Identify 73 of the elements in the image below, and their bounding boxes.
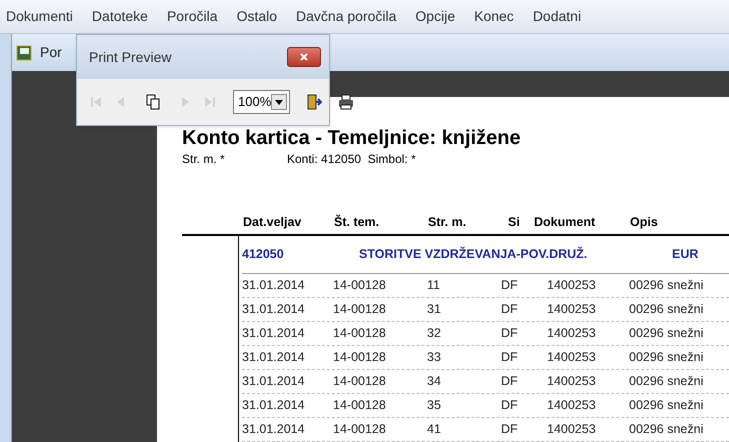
column-header: Dat.veljav — [243, 214, 302, 231]
close-button[interactable] — [287, 47, 321, 67]
table-cell-text: 00296 snežni — [629, 373, 704, 390]
table-cell-text: 31.01.2014 — [242, 277, 306, 294]
table-cell-text: 31.01.2014 — [242, 325, 306, 342]
printer-button[interactable] — [338, 93, 354, 111]
table-cell-text: 14-00128 — [333, 277, 387, 294]
table-cell-text: 31.01.2014 — [242, 349, 306, 366]
table-cell-text: 00296 snežni — [629, 277, 704, 294]
table-cell-text: 41 — [427, 421, 442, 438]
menu-item[interactable]: Dokumenti — [6, 6, 73, 27]
table-cell-text: 31 — [427, 301, 442, 318]
account-number: 412050 — [242, 246, 285, 264]
table-cell-text: 14-00128 — [333, 349, 387, 366]
table-cell-text: 31.01.2014 — [242, 373, 306, 390]
table-cell-text: 14-00128 — [333, 325, 387, 342]
table-cell-text: DF — [501, 277, 519, 294]
table-cell-text: 1400253 — [547, 397, 597, 414]
table-cell-text: 00296 snežni — [629, 325, 704, 342]
table-cell-text: 00296 snežni — [629, 397, 704, 414]
door-button[interactable] — [306, 93, 322, 111]
zoom-dropdown[interactable]: 100% — [233, 90, 290, 114]
account-name: STORITVE VZDRŽEVANJA-POV.DRUŽ. — [359, 246, 588, 264]
table-cell-text: 1400253 — [547, 373, 597, 390]
currency-text: EUR — [672, 246, 698, 264]
menu-item[interactable]: Konec — [474, 6, 514, 27]
table-cell-text: DF — [501, 397, 519, 414]
close-icon — [300, 53, 308, 61]
table-cell-text: 33 — [427, 349, 442, 366]
table-cell-text: 00296 snežni — [629, 349, 704, 366]
table-cell-text: DF — [501, 325, 519, 342]
door-icon — [306, 94, 322, 110]
table-cell-text: 1400253 — [547, 277, 597, 294]
table-cell-text: 31.01.2014 — [242, 397, 306, 414]
table-cell-text: 14-00128 — [333, 373, 387, 390]
column-header: Dokument — [534, 214, 596, 231]
menu-item[interactable]: Ostalo — [236, 6, 278, 27]
pages-button[interactable] — [145, 93, 161, 111]
table-cell-text: 1400253 — [547, 301, 597, 318]
table-cell-text: 31.01.2014 — [242, 421, 306, 438]
table-cell-text: 14-00128 — [333, 397, 387, 414]
table-cell-text: 35 — [427, 397, 442, 414]
dialog-title: Print Preview — [89, 48, 172, 66]
table-cell-text: 00296 snežni — [629, 421, 704, 438]
table-cell-text: 14-00128 — [333, 301, 387, 318]
table-cell-text: DF — [501, 373, 519, 390]
window-title: Por — [40, 43, 62, 62]
table-cell-text: 32 — [427, 325, 442, 342]
menu-item[interactable]: Dodatni — [532, 6, 582, 27]
table-cell-text: 31.01.2014 — [242, 301, 306, 318]
table-cell-text: 34 — [427, 373, 442, 390]
table-cell-text: 1400253 — [547, 325, 597, 342]
book-icon — [16, 44, 32, 60]
table-cell-text: 1400253 — [547, 349, 597, 366]
menu-item[interactable]: Poročila — [166, 6, 218, 27]
filter-text: Konti: 412050 Simbol: * — [287, 151, 416, 168]
menu-item[interactable]: Opcije — [415, 6, 456, 27]
column-header: Opis — [630, 214, 659, 231]
table-cell-text: DF — [501, 301, 519, 318]
table-cell-text: 1400253 — [547, 421, 597, 438]
table-cell-text: DF — [501, 421, 519, 438]
menu-item[interactable]: Davčna poročila — [296, 6, 396, 27]
column-header: Št. tem. — [334, 214, 380, 231]
table-cell-text: 14-00128 — [333, 421, 387, 438]
column-header: Str. m. — [428, 214, 468, 231]
dropdown-arrow-icon — [275, 100, 284, 104]
table-cell-text: 11 — [427, 277, 441, 294]
table-cell-text: DF — [501, 349, 519, 366]
menu-item[interactable]: Datoteke — [92, 6, 148, 27]
table-cell-text: 00296 snežni — [629, 301, 704, 318]
filter-text: Str. m. * — [182, 151, 226, 168]
report-title: Konto kartica - Temeljnice: knjižene — [182, 127, 522, 149]
pages-icon — [145, 94, 161, 110]
